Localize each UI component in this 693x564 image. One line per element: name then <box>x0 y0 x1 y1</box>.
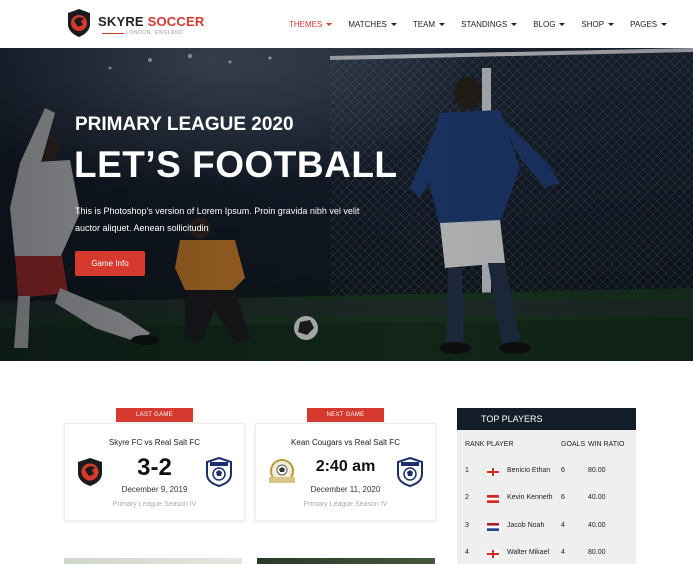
chevron-down-icon <box>559 22 566 26</box>
player-rank: 1 <box>465 467 469 474</box>
player-rank: 2 <box>465 494 469 501</box>
player-name: Walter Mikael <box>507 549 550 556</box>
real-salt-fc-logo-icon <box>397 457 423 487</box>
nav-label: MATCHES <box>348 19 387 29</box>
logo-badge-icon <box>68 9 90 37</box>
player-win-ratio: 40.00 <box>588 494 606 501</box>
player-goals: 6 <box>561 467 565 474</box>
nav-label: PAGES <box>630 19 658 29</box>
chevron-down-icon <box>326 22 333 26</box>
chevron-down-icon <box>511 22 518 26</box>
match-title: Kean Cougars vs Real Salt FC <box>291 438 400 447</box>
logo-location: LONDON, ENGLAND <box>126 30 184 36</box>
nav-label: SHOP <box>581 19 605 29</box>
top-players-header-row: RANK PLAYER GOALS WIN RATIO <box>457 441 636 451</box>
chevron-down-icon <box>608 22 615 26</box>
header-win-ratio: WIN RATIO <box>588 441 625 448</box>
match-season: Primary League Season IV <box>112 501 197 508</box>
hero-kicker: PRIMARY LEAGUE 2020 <box>75 114 294 135</box>
last-game-tag: LAST GAME <box>116 408 193 422</box>
nav-blog[interactable]: BLOG <box>533 18 566 30</box>
header-rank-player: RANK PLAYER <box>465 441 514 448</box>
england-flag-icon <box>487 550 499 558</box>
news-thumbnail[interactable] <box>64 558 242 564</box>
player-goals: 4 <box>561 549 565 556</box>
player-name: Benicio Ethan <box>507 467 551 474</box>
nav-shop[interactable]: SHOP <box>581 18 615 30</box>
player-win-ratio: 80.00 <box>588 467 606 474</box>
top-players-widget: TOP PLAYERS RANK PLAYER GOALS WIN RATIO … <box>457 408 636 564</box>
nav-standings[interactable]: STANDINGS <box>461 18 518 30</box>
player-rank: 3 <box>465 522 469 529</box>
hero-banner: PRIMARY LEAGUE 2020 LET’S FOOTBALL This … <box>0 48 693 361</box>
nav-pages[interactable]: PAGES <box>630 18 668 30</box>
hero-description: This is Photoshop's version of Lorem Ips… <box>75 206 360 233</box>
nav-themes[interactable]: THEMES <box>289 18 333 30</box>
match-season: Primary League Season IV <box>303 501 388 508</box>
player-name: Kevin Kenneth <box>507 494 553 501</box>
header-goals: GOALS <box>561 441 586 448</box>
top-players-title: TOP PLAYERS <box>457 408 636 430</box>
match-date: December 9, 2019 <box>121 485 188 494</box>
nav-label: STANDINGS <box>461 19 508 29</box>
logo-title: SKYRE SOCCER <box>98 14 204 29</box>
player-goals: 6 <box>561 494 565 501</box>
austria-flag-icon <box>487 495 499 503</box>
player-name: Jacob Noah <box>507 522 545 529</box>
player-rank: 4 <box>465 549 469 556</box>
nav-team[interactable]: TEAM <box>412 18 446 30</box>
site-logo[interactable]: SKYRE SOCCER LONDON, ENGLAND <box>66 8 204 40</box>
chevron-down-icon <box>439 22 446 26</box>
england-flag-icon <box>487 468 499 476</box>
last-game-card[interactable]: Skyre FC vs Real Salt FC 3-2 December 9,… <box>64 423 245 521</box>
hero-title: LET’S FOOTBALL <box>74 144 398 185</box>
main-nav: THEMES MATCHES TEAM STANDINGS BLOG SHOP … <box>289 18 683 30</box>
logo-underline <box>102 33 124 34</box>
nav-label: TEAM <box>412 19 436 29</box>
nav-label: BLOG <box>533 19 556 29</box>
game-info-button[interactable]: Game Info <box>75 251 145 276</box>
player-row[interactable]: 3 Jacob Noah 4 40.00 <box>457 522 636 534</box>
player-row[interactable]: 2 Kevin Kenneth 6 40.00 <box>457 494 636 506</box>
match-date: December 11, 2020 <box>310 485 381 494</box>
logo-title-part2: SOCCER <box>147 14 205 29</box>
nav-label: THEMES <box>289 19 323 29</box>
player-win-ratio: 80.00 <box>588 549 606 556</box>
player-win-ratio: 40.00 <box>588 522 606 529</box>
news-thumbnail[interactable] <box>257 558 435 564</box>
real-salt-fc-logo-icon <box>206 457 232 487</box>
site-header: SKYRE SOCCER LONDON, ENGLAND THEMES MATC… <box>0 0 693 48</box>
match-title: Skyre FC vs Real Salt FC <box>108 438 201 447</box>
next-game-tag: NEXT GAME <box>307 408 384 422</box>
chevron-down-icon <box>390 22 397 26</box>
logo-title-part1: SKYRE <box>98 14 148 29</box>
player-goals: 4 <box>561 522 565 529</box>
chevron-down-icon <box>661 22 668 26</box>
next-game-card[interactable]: Kean Cougars vs Real Salt FC 2:40 am Dec… <box>255 423 436 521</box>
nav-matches[interactable]: MATCHES <box>348 18 397 30</box>
netherlands-flag-icon <box>487 523 499 531</box>
player-row[interactable]: 1 Benicio Ethan 6 80.00 <box>457 467 636 479</box>
player-row[interactable]: 4 Walter Mikael 4 80.00 <box>457 549 636 561</box>
